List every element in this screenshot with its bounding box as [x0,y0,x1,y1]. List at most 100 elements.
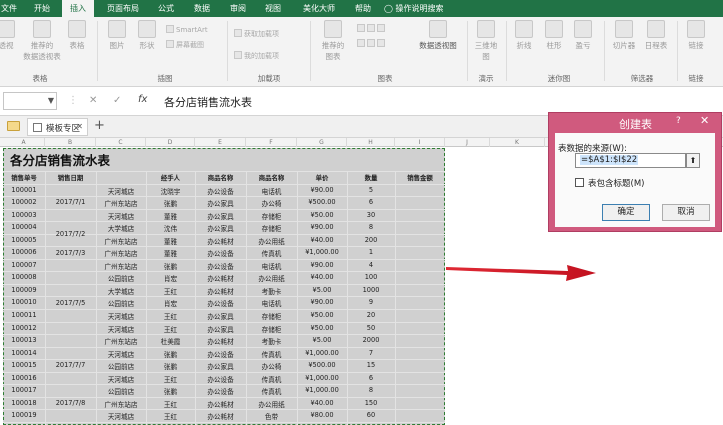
my-addins-button[interactable]: 我的加载项 [234,51,279,61]
table-cell[interactable]: 办公家具 [195,198,246,208]
table-cell[interactable]: 100009 [3,286,45,294]
table-cell[interactable]: 考勤卡 [246,336,297,346]
table-cell[interactable]: 100013 [3,336,45,344]
table-cell[interactable]: 王红 [146,374,195,384]
table-cell[interactable]: 沈晓宇 [146,186,195,196]
table-cell[interactable]: 广州东站店 [96,236,146,246]
table-cell[interactable]: 办公设备 [195,298,246,308]
table-cell[interactable]: 广州东站店 [96,336,146,346]
table-cell[interactable]: 公园前店 [96,386,146,396]
column-header[interactable]: G [297,138,347,147]
table-cell[interactable]: ¥80.00 [297,411,347,419]
column-header[interactable]: K [490,138,545,147]
table-cell[interactable]: ¥90.00 [297,298,347,306]
table-cell[interactable]: 100007 [3,261,45,269]
pivot-chart-button[interactable]: 数据透视图 [414,20,462,51]
table-cell[interactable]: 张鹏 [146,261,195,271]
table-cell[interactable]: 50 [347,324,395,332]
column-header-cell[interactable]: 商品名称 [195,173,246,182]
range-input[interactable]: =$A$1:$I$22 [575,153,686,168]
tab-help[interactable]: 帮助 [349,0,377,17]
date-cell[interactable]: 2017/7/3 [45,249,96,257]
table-cell[interactable]: 公园前店 [96,273,146,283]
tab-page-layout[interactable]: 页面布局 [100,0,146,17]
table-cell[interactable]: 100010 [3,298,45,306]
table-cell[interactable]: ¥40.00 [297,236,347,244]
tell-me-search[interactable]: ◯ 操作说明搜索 [384,0,468,17]
name-box[interactable]: ▼ [3,92,57,110]
table-cell[interactable]: ¥1,000.00 [297,248,347,256]
date-cell[interactable]: 2017/7/1 [45,198,96,206]
column-header-cell[interactable]: 销售单号 [3,173,45,182]
table-cell[interactable]: 8 [347,386,395,394]
table-cell[interactable]: 100019 [3,411,45,419]
table-cell[interactable]: 办公耗材 [195,273,246,283]
table-cell[interactable]: ¥50.00 [297,324,347,332]
pivot-table-button[interactable]: 透视 [0,20,18,51]
column-header-cell[interactable]: 商品名称 [246,173,297,182]
link-button[interactable]: 链接 [683,20,709,51]
column-header[interactable]: A [3,138,45,147]
formula-input[interactable]: 各分店销售流水表 [164,94,252,110]
tab-review[interactable]: 审阅 [224,0,252,17]
table-cell[interactable]: 30 [347,211,395,219]
table-cell[interactable]: 公园前店 [96,298,146,308]
table-cell[interactable]: 办公设备 [195,386,246,396]
table-cell[interactable]: 100016 [3,374,45,382]
table-cell[interactable]: 沈伟 [146,223,195,233]
table-cell[interactable]: 天河城店 [96,411,146,421]
table-cell[interactable]: 办公设备 [195,186,246,196]
table-cell[interactable]: ¥1,000.00 [297,349,347,357]
table-cell[interactable]: 广州东站店 [96,399,146,409]
range-picker-button[interactable]: ⬆ [686,153,700,168]
table-cell[interactable]: 肖宏 [146,298,195,308]
table-cell[interactable]: 100014 [3,349,45,357]
table-cell[interactable]: 董雅 [146,211,195,221]
slicer-button[interactable]: 切片器 [609,20,639,51]
table-cell[interactable]: 天河城店 [96,374,146,384]
table-cell[interactable]: 传真机 [246,386,297,396]
table-cell[interactable]: 100017 [3,386,45,394]
table-cell[interactable]: 100003 [3,211,45,219]
column-header[interactable]: C [96,138,146,147]
column-header-cell[interactable]: 销售金额 [395,173,445,182]
chevron-down-icon[interactable]: ▼ [48,96,54,105]
table-cell[interactable]: 100012 [3,324,45,332]
column-header-cell[interactable]: 单价 [297,173,347,182]
cancel-formula-button[interactable]: ✕ [89,95,97,106]
table-cell[interactable]: 办公用纸 [246,273,297,283]
table-cell[interactable]: 杜美霞 [146,336,195,346]
table-cell[interactable]: 100011 [3,311,45,319]
table-cell[interactable]: 广州东站店 [96,248,146,258]
column-header[interactable]: E [195,138,246,147]
table-cell[interactable]: 60 [347,411,395,419]
table-cell[interactable]: 6 [347,198,395,206]
table-cell[interactable]: 办公设备 [195,261,246,271]
table-cell[interactable]: 电话机 [246,186,297,196]
table-cell[interactable]: ¥5.00 [297,286,347,294]
table-cell[interactable]: 4 [347,261,395,269]
shapes-button[interactable]: 形状 [134,20,160,51]
column-header[interactable]: H [347,138,395,147]
column-header[interactable]: J [445,138,490,147]
table-cell[interactable]: 办公椅 [246,198,297,208]
table-cell[interactable]: 办公耗材 [195,336,246,346]
tab-file[interactable]: 文件 [0,0,22,17]
recommended-pivot-button[interactable]: 推荐的 数据透视表 [22,20,62,62]
insert-function-button[interactable]: fx [138,94,147,105]
table-cell[interactable]: 存储柜 [246,311,297,321]
recommended-charts-button[interactable]: 推荐的 图表 [315,20,351,62]
table-cell[interactable]: 张鹏 [146,349,195,359]
table-cell[interactable]: ¥1,000.00 [297,386,347,394]
table-cell[interactable]: 办公耗材 [195,399,246,409]
table-cell[interactable]: 5 [347,186,395,194]
table-cell[interactable]: 办公设备 [195,374,246,384]
date-cell[interactable]: 2017/7/7 [45,361,96,369]
table-cell[interactable]: 色带 [246,411,297,421]
table-cell[interactable]: 王红 [146,311,195,321]
table-cell[interactable]: 办公椅 [246,361,297,371]
table-cell[interactable]: 天河城店 [96,324,146,334]
ok-button[interactable]: 确定 [602,204,650,221]
table-cell[interactable]: 100005 [3,236,45,244]
date-cell[interactable]: 2017/7/2 [45,230,96,238]
